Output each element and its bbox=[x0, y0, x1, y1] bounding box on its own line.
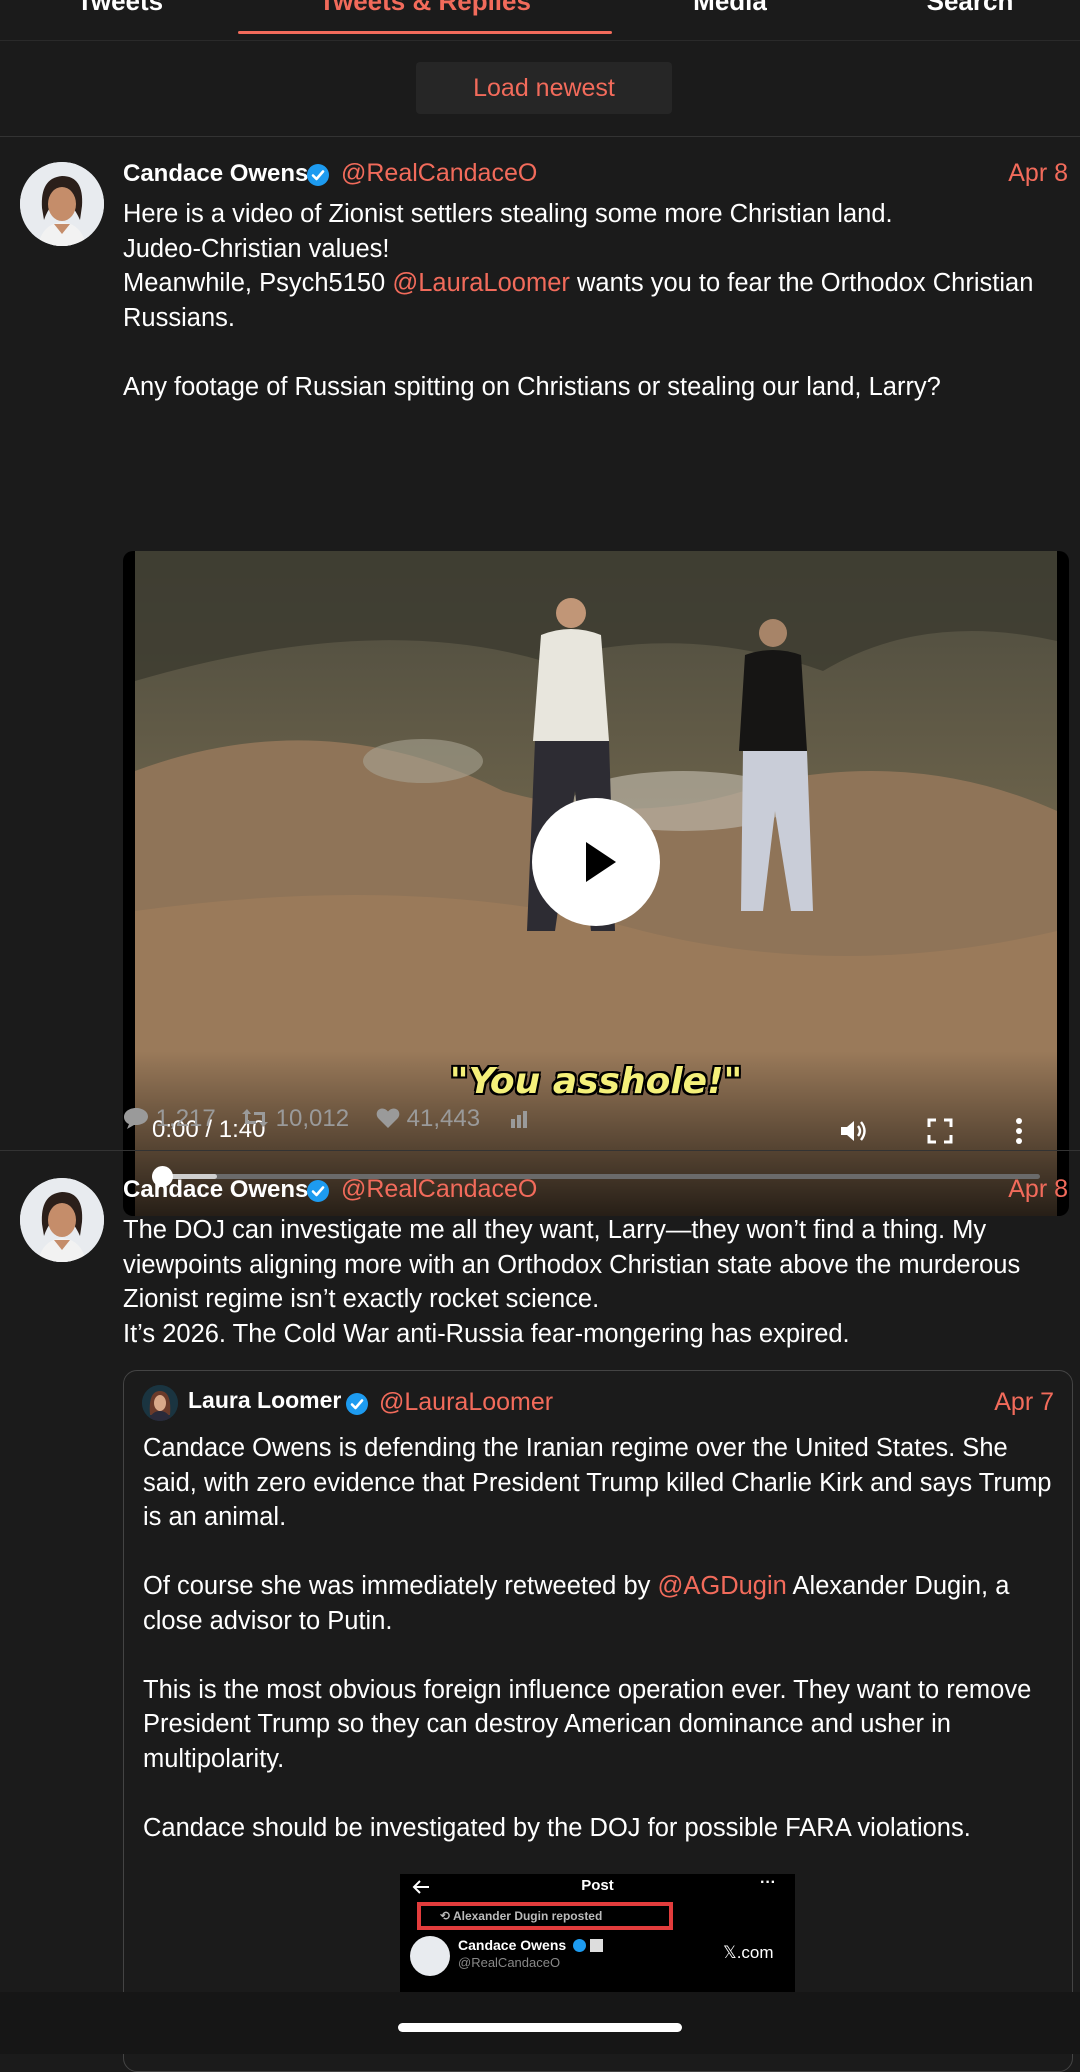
reply-count: 1,217 bbox=[155, 1105, 216, 1132]
verified-badge-icon bbox=[307, 1180, 329, 1202]
tweet-text: The DOJ can investigate me all they want… bbox=[123, 1213, 1068, 1351]
tab-media[interactable]: Media bbox=[640, 0, 820, 26]
tweet-text-line: Any footage of Russian spitting on Chris… bbox=[123, 372, 941, 401]
tweet-text-line: Judeo-Christian values! bbox=[123, 234, 390, 263]
author-name[interactable]: Candace Owens bbox=[123, 1176, 308, 1204]
views-chart-icon[interactable] bbox=[509, 1109, 529, 1129]
author-name[interactable]: Candace Owens bbox=[123, 160, 308, 188]
home-indicator[interactable] bbox=[398, 2023, 682, 2032]
like-stat[interactable]: 41,443 bbox=[376, 1105, 480, 1133]
image-post-title: Post bbox=[581, 1877, 614, 1894]
heart-icon bbox=[376, 1108, 400, 1128]
retweet-stat[interactable]: 10,012 bbox=[241, 1105, 349, 1133]
avatar[interactable] bbox=[20, 1178, 104, 1262]
mention-link[interactable]: @AGDugin bbox=[657, 1572, 786, 1600]
quoted-paragraph: Candace should be investigated by the DO… bbox=[143, 1813, 971, 1842]
tweet-date[interactable]: Apr 8 bbox=[1008, 159, 1068, 188]
image-more-icon: ··· bbox=[760, 1874, 776, 1891]
avatar-image bbox=[20, 162, 104, 246]
tweet-text-line: Here is a video of Zionist settlers stea… bbox=[123, 200, 893, 228]
quoted-paragraph: Candace Owens is defending the Iranian r… bbox=[143, 1434, 1052, 1531]
play-icon bbox=[586, 842, 616, 882]
tab-search[interactable]: Search bbox=[880, 0, 1060, 26]
image-badge-icon bbox=[590, 1939, 603, 1952]
quoted-avatar-image bbox=[142, 1385, 178, 1421]
tweet-divider bbox=[0, 1150, 1080, 1151]
system-navigation-bar bbox=[0, 1992, 1080, 2054]
image-verified-icon bbox=[573, 1939, 586, 1952]
quoted-author-name[interactable]: Laura Loomer bbox=[188, 1387, 341, 1414]
reply-icon bbox=[124, 1108, 148, 1129]
more-options-icon[interactable] bbox=[1011, 1117, 1027, 1145]
retweet-count: 10,012 bbox=[275, 1105, 350, 1132]
volume-icon[interactable] bbox=[837, 1115, 869, 1147]
image-repost-label: ⟲ Alexander Dugin reposted bbox=[440, 1909, 603, 1923]
image-brand: 𝕏.com bbox=[723, 1943, 774, 1962]
avatar[interactable] bbox=[20, 162, 104, 246]
avatar-image bbox=[20, 1178, 104, 1262]
mention-link[interactable]: @LauraLoomer bbox=[392, 269, 570, 297]
tweet-date[interactable]: Apr 8 bbox=[1008, 1175, 1068, 1204]
load-newest-bar: Load newest bbox=[0, 44, 1080, 137]
reply-stat[interactable]: 1,217 bbox=[123, 1105, 216, 1133]
image-avatar bbox=[410, 1936, 450, 1976]
quoted-paragraph: Of course she was immediately retweeted … bbox=[143, 1572, 1010, 1635]
image-author-handle: @RealCandaceO bbox=[458, 1955, 561, 1970]
verified-badge-icon bbox=[346, 1393, 368, 1415]
play-button[interactable] bbox=[532, 798, 660, 926]
tweet-text: Here is a video of Zionist settlers stea… bbox=[123, 197, 1073, 404]
tab-tweets[interactable]: Tweets bbox=[40, 0, 200, 26]
tweet-text-line: Meanwhile, Psych5150 @LauraLoomer wants … bbox=[123, 269, 1034, 332]
like-count: 41,443 bbox=[406, 1105, 481, 1132]
tab-tweets-and-replies[interactable]: Tweets & Replies bbox=[238, 0, 612, 26]
active-tab-indicator bbox=[238, 31, 612, 34]
author-handle[interactable]: @RealCandaceO bbox=[341, 159, 537, 188]
profile-tabs: Tweets Tweets & Replies Media Search bbox=[0, 0, 1080, 41]
quoted-avatar[interactable] bbox=[142, 1385, 178, 1421]
tweet-paragraph: It’s 2026. The Cold War anti-Russia fear… bbox=[123, 1319, 850, 1348]
quoted-media-image[interactable]: Post ··· ⟲ Alexander Dugin reposted Cand… bbox=[400, 1874, 795, 2004]
author-handle[interactable]: @RealCandaceO bbox=[341, 1175, 537, 1204]
quoted-date[interactable]: Apr 7 bbox=[994, 1388, 1054, 1417]
quoted-tweet[interactable]: Laura Loomer @LauraLoomer Apr 7 Candace … bbox=[123, 1370, 1073, 2072]
load-newest-button[interactable]: Load newest bbox=[416, 62, 672, 114]
quoted-author-handle[interactable]: @LauraLoomer bbox=[379, 1388, 553, 1417]
verified-badge-icon bbox=[307, 164, 329, 186]
retweet-icon bbox=[242, 1109, 268, 1127]
image-author-name: Candace Owens bbox=[458, 1937, 567, 1953]
video-subtitle: "You asshole!" bbox=[449, 1061, 743, 1102]
fullscreen-icon[interactable] bbox=[926, 1117, 954, 1145]
quoted-paragraph: This is the most obvious foreign influen… bbox=[143, 1675, 1032, 1773]
tweet-paragraph: The DOJ can investigate me all they want… bbox=[123, 1216, 1021, 1313]
quoted-text: Candace Owens is defending the Iranian r… bbox=[143, 1431, 1053, 1845]
